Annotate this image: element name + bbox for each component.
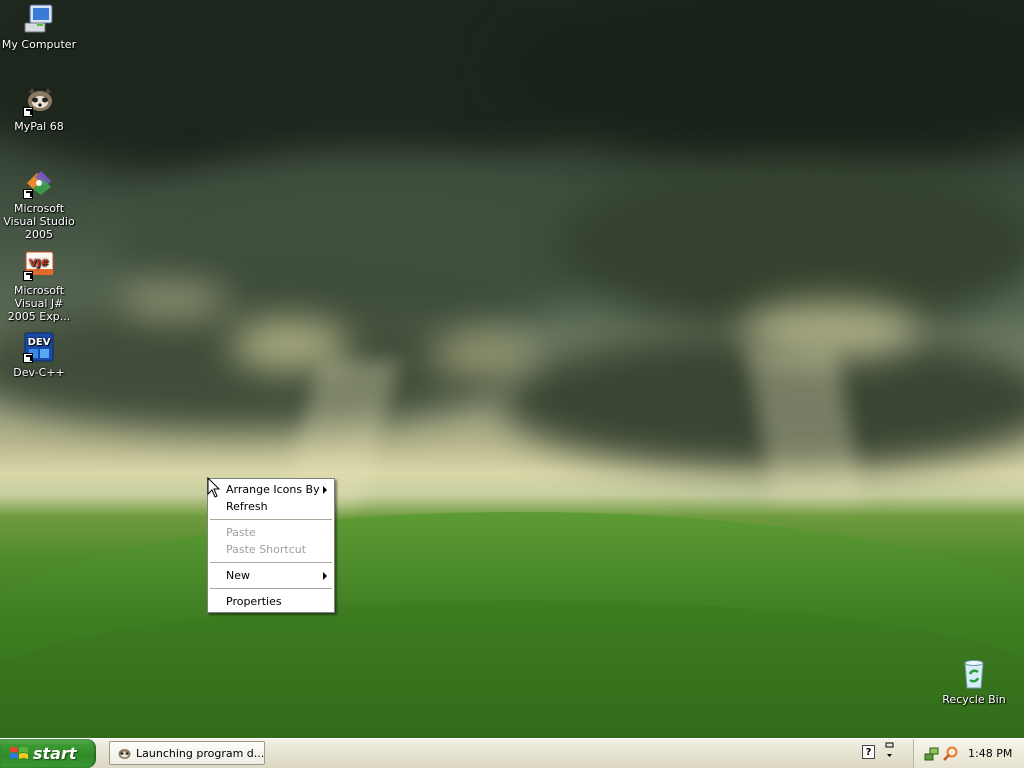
desktop-icon-mypal[interactable]: MyPal 68 xyxy=(0,85,78,133)
taskbar-button-launching-program[interactable]: Launching program d... xyxy=(109,741,265,765)
submenu-arrow-icon xyxy=(323,486,327,494)
start-label: start xyxy=(33,744,77,763)
menu-item-label: Refresh xyxy=(226,500,268,513)
desktop-icon-label: My Computer xyxy=(1,38,77,51)
menu-item-properties[interactable]: Properties xyxy=(208,593,334,610)
desktop-icon-visual-studio[interactable]: Microsoft Visual Studio 2005 xyxy=(0,167,78,241)
taskbar-button-label: Launching program d... xyxy=(136,747,265,760)
menu-item-label: Paste Shortcut xyxy=(226,543,307,556)
menu-item-refresh[interactable]: Refresh xyxy=(208,498,334,515)
mypal-icon xyxy=(118,749,131,759)
desktop-icon-label: Dev-C++ xyxy=(13,366,65,379)
desktop-icon-label: Microsoft Visual J# 2005 Exp... xyxy=(7,284,71,323)
menu-separator xyxy=(210,588,332,589)
shortcut-arrow-icon xyxy=(23,189,33,199)
windows-logo-icon xyxy=(10,747,28,759)
my-computer-icon xyxy=(23,3,55,35)
svg-text:VJ#: VJ# xyxy=(29,258,49,269)
menu-item-arrange-icons-by[interactable]: Arrange Icons By xyxy=(208,481,334,498)
desktop-icon-dev-cpp[interactable]: DEV Dev-C++ xyxy=(0,331,78,379)
menu-item-paste-shortcut: Paste Shortcut xyxy=(208,541,334,558)
desktop-icon-label: Recycle Bin xyxy=(942,693,1006,706)
visual-jsharp-icon: VJ# xyxy=(23,249,55,281)
shortcut-arrow-icon xyxy=(23,353,33,363)
shortcut-arrow-icon xyxy=(23,271,33,281)
search-icon[interactable] xyxy=(942,746,958,762)
desktop[interactable]: My Computer MyPal 68 Microsoft Visual St… xyxy=(0,0,1024,738)
start-button[interactable]: start xyxy=(0,739,96,768)
menu-item-new[interactable]: New xyxy=(208,567,334,584)
menu-item-paste: Paste xyxy=(208,524,334,541)
menu-item-label: Paste xyxy=(226,526,256,539)
menu-item-label: Arrange Icons By xyxy=(226,483,320,496)
desktop-icon-recycle-bin[interactable]: Recycle Bin xyxy=(935,658,1013,706)
network-icon[interactable] xyxy=(924,746,940,762)
menu-item-label: New xyxy=(226,569,250,582)
submenu-arrow-icon xyxy=(323,572,327,580)
menu-separator xyxy=(210,562,332,563)
help-icon[interactable]: ? xyxy=(862,745,875,759)
visual-studio-icon xyxy=(23,167,55,199)
language-bar-arrows-icon[interactable] xyxy=(885,742,894,762)
svg-text:DEV: DEV xyxy=(28,337,51,348)
desktop-icon-my-computer[interactable]: My Computer xyxy=(0,3,78,51)
desktop-icon-visual-jsharp[interactable]: VJ# Microsoft Visual J# 2005 Exp... xyxy=(0,249,78,323)
menu-item-label: Properties xyxy=(226,595,282,608)
dev-cpp-icon: DEV xyxy=(23,331,55,363)
desktop-icon-label: MyPal 68 xyxy=(14,120,64,133)
taskbar: start Launching program d... ? 1:48 PM xyxy=(0,738,1024,768)
clock[interactable]: 1:48 PM xyxy=(968,747,1012,760)
menu-separator xyxy=(210,519,332,520)
mouse-cursor-icon xyxy=(207,477,221,498)
desktop-icon-label: Microsoft Visual Studio 2005 xyxy=(3,202,75,241)
shortcut-arrow-icon xyxy=(23,107,33,117)
system-tray: 1:48 PM xyxy=(913,739,1024,768)
mypal-icon xyxy=(23,85,55,117)
recycle-bin-icon xyxy=(958,658,990,690)
desktop-context-menu: Arrange Icons By Refresh Paste Paste Sho… xyxy=(207,478,335,613)
